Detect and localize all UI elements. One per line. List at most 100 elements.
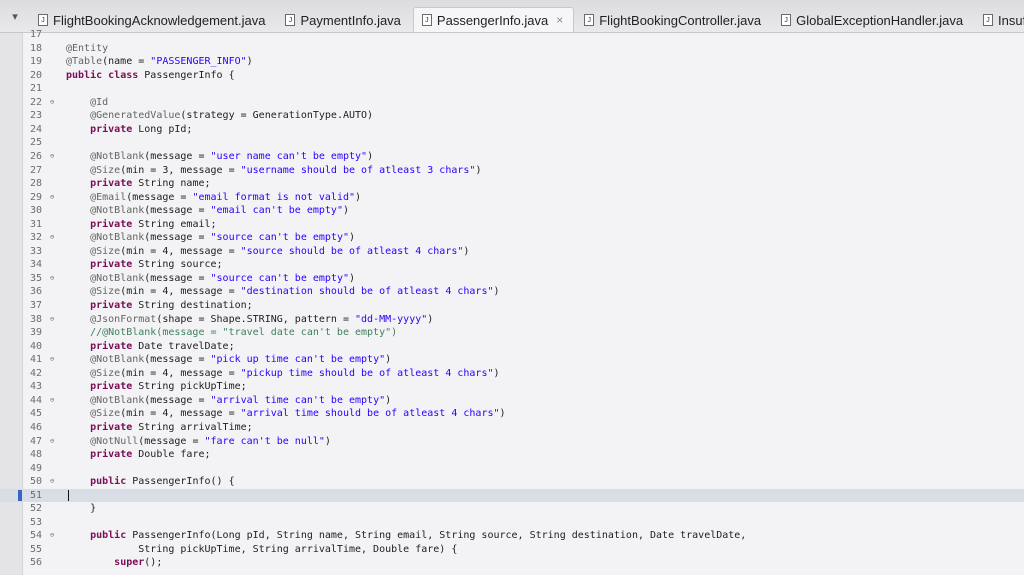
current-line-marker <box>18 489 22 501</box>
code-line[interactable]: 44 ⊖ @NotBlank(message = "arrival time ca… <box>0 394 1024 407</box>
line-number: 46 <box>30 421 43 433</box>
code-line[interactable]: 51 <box>0 488 1024 502</box>
code-text: private String email; <box>90 218 217 230</box>
line-number: 38 <box>30 313 43 325</box>
code-line[interactable]: 46 private String arrivalTime; <box>0 421 1024 434</box>
code-line[interactable]: 38 ⊖ @JsonFormat(shape = Shape.STRING, pa… <box>0 313 1024 326</box>
code-line[interactable]: 37 private String destination; <box>0 299 1024 312</box>
code-text: super(); <box>114 557 163 569</box>
code-line[interactable]: 17 <box>0 28 1024 41</box>
line-number: 42 <box>30 367 43 379</box>
code-text: String pickUpTime, String arrivalTime, D… <box>66 543 458 555</box>
code-text: @Size(min = 4, message = "arrival time s… <box>90 408 506 420</box>
code-line[interactable]: 50 ⊖ public PassengerInfo() { <box>0 475 1024 488</box>
code-line[interactable]: 35 ⊖ @NotBlank(message = "source can't be… <box>0 272 1024 285</box>
code-line[interactable]: 41 ⊖ @NotBlank(message = "pick up time ca… <box>0 353 1024 366</box>
code-text: private String pickUpTime; <box>90 381 247 393</box>
code-line[interactable]: 23 @GeneratedValue(strategy = Generation… <box>0 109 1024 122</box>
code-line[interactable]: 32 ⊖ @NotBlank(message = "source can't be… <box>0 231 1024 244</box>
code-line[interactable]: 54 ⊖ public PassengerInfo(Long pId, Strin… <box>0 529 1024 542</box>
fold-toggle-icon[interactable]: ⊖ <box>50 231 54 244</box>
java-file-icon: J <box>781 14 792 26</box>
code-line[interactable]: 48 private Double fare; <box>0 448 1024 461</box>
code-text: @Table(name = "PASSENGER_INFO") <box>66 56 253 68</box>
line-number: 37 <box>30 300 43 311</box>
code-line[interactable]: 40 private Date travelDate; <box>0 340 1024 353</box>
code-text: @Size(min = 4, message = "source should … <box>90 245 470 257</box>
code-text: @Size(min = 3, message = "username shoul… <box>90 164 482 176</box>
code-line[interactable]: 43 private String pickUpTime; <box>0 380 1024 393</box>
code-line[interactable]: 49 <box>0 462 1024 475</box>
code-text: @NotNull(message = "fare can't be null") <box>90 435 331 447</box>
line-number: 54 <box>30 530 43 542</box>
code-line[interactable]: 42 @Size(min = 4, message = "pickup time… <box>0 367 1024 380</box>
java-file-icon: J <box>285 14 296 26</box>
fold-toggle-icon[interactable]: ⊖ <box>50 394 54 407</box>
code-line[interactable]: 28 private String name; <box>0 177 1024 190</box>
code-line[interactable]: 20 public class PassengerInfo { <box>0 69 1024 82</box>
code-text: @NotBlank(message = "email can't be empt… <box>90 205 349 217</box>
line-number: 31 <box>30 218 43 230</box>
code-line[interactable]: 36 @Size(min = 4, message = "destination… <box>0 285 1024 298</box>
code-text: @Size(min = 4, message = "destination sh… <box>90 286 500 298</box>
fold-toggle-icon[interactable]: ⊖ <box>50 272 54 285</box>
code-line[interactable]: 56 super(); <box>0 556 1024 569</box>
line-number: 25 <box>30 137 43 149</box>
tab-label: FlightBookingController.java <box>599 12 762 28</box>
fold-toggle-icon[interactable]: ⊖ <box>50 191 54 204</box>
code-line[interactable]: 27 @Size(min = 3, message = "username sh… <box>0 164 1024 177</box>
code-line[interactable]: 25 <box>0 136 1024 149</box>
code-line[interactable]: 34 private String source; <box>0 258 1024 271</box>
code-text: } <box>66 503 97 515</box>
code-line[interactable]: 45 @Size(min = 4, message = "arrival tim… <box>0 407 1024 420</box>
java-file-icon: J <box>421 14 432 26</box>
code-line[interactable]: 24 private Long pId; <box>0 123 1024 136</box>
code-line[interactable]: 52 } <box>0 502 1024 515</box>
code-text: private String name; <box>90 178 211 190</box>
line-number: 35 <box>30 272 43 284</box>
line-number: 20 <box>30 69 43 81</box>
fold-toggle-icon[interactable]: ⊖ <box>50 313 54 326</box>
line-number: 53 <box>30 516 43 528</box>
line-number: 27 <box>30 164 43 176</box>
line-number: 44 <box>30 394 43 406</box>
code-line[interactable]: 29 ⊖ @Email(message = "email format is no… <box>0 191 1024 204</box>
close-icon[interactable]: × <box>556 13 563 27</box>
code-text: @Id <box>90 96 109 108</box>
java-file-icon: J <box>38 14 48 26</box>
code-editor[interactable]: 17 18 @Entity 19 @Table(name = "PASSENGER_IN… <box>0 29 1024 575</box>
line-number: 28 <box>30 178 43 190</box>
fold-toggle-icon[interactable]: ⊖ <box>50 435 54 448</box>
code-text: @Size(min = 4, message = "pickup time sh… <box>90 367 500 379</box>
fold-toggle-icon[interactable]: ⊖ <box>50 150 54 163</box>
code-line[interactable]: 31 private String email; <box>0 218 1024 231</box>
line-number: 55 <box>30 543 43 555</box>
code-text: public PassengerInfo() { <box>90 476 235 488</box>
line-number: 40 <box>30 340 43 352</box>
code-line[interactable]: 19 @Table(name = "PASSENGER_INFO") <box>0 55 1024 68</box>
fold-toggle-icon[interactable]: ⊖ <box>50 353 54 366</box>
line-number: 26 <box>30 150 43 162</box>
line-number: 48 <box>30 449 43 461</box>
code-line[interactable]: 18 @Entity <box>0 42 1024 55</box>
fold-toggle-icon[interactable]: ⊖ <box>50 96 54 109</box>
code-text: @NotBlank(message = "user name can't be … <box>90 150 374 162</box>
code-text: @GeneratedValue(strategy = GenerationTyp… <box>90 110 374 122</box>
code-text: private String destination; <box>90 300 253 311</box>
code-text: @NotBlank(message = "pick up time can't … <box>90 354 392 366</box>
code-line[interactable]: 21 <box>0 82 1024 95</box>
fold-toggle-icon[interactable]: ⊖ <box>50 529 54 542</box>
code-line[interactable]: 30 @NotBlank(message = "email can't be e… <box>0 204 1024 217</box>
code-line[interactable]: 22 ⊖ @Id <box>0 96 1024 109</box>
code-line[interactable]: 39 //@NotBlank(message = "travel date ca… <box>0 326 1024 339</box>
code-line[interactable]: 47 ⊖ @NotNull(message = "fare can't be nu… <box>0 435 1024 448</box>
code-line[interactable]: 33 @Size(min = 4, message = "source shou… <box>0 245 1024 258</box>
code-line[interactable]: 26 ⊖ @NotBlank(message = "user name can't… <box>0 150 1024 163</box>
ide-window: ▾ J FlightBookingAcknowledgement.java J Pay… <box>0 0 1024 575</box>
code-line[interactable]: 53 <box>0 516 1024 529</box>
line-number: 32 <box>30 232 43 244</box>
text-caret <box>68 489 69 501</box>
fold-toggle-icon[interactable]: ⊖ <box>50 475 54 488</box>
tab-label: PaymentInfo.java <box>300 12 401 28</box>
code-line[interactable]: 55 String pickUpTime, String arrivalTime… <box>0 543 1024 556</box>
